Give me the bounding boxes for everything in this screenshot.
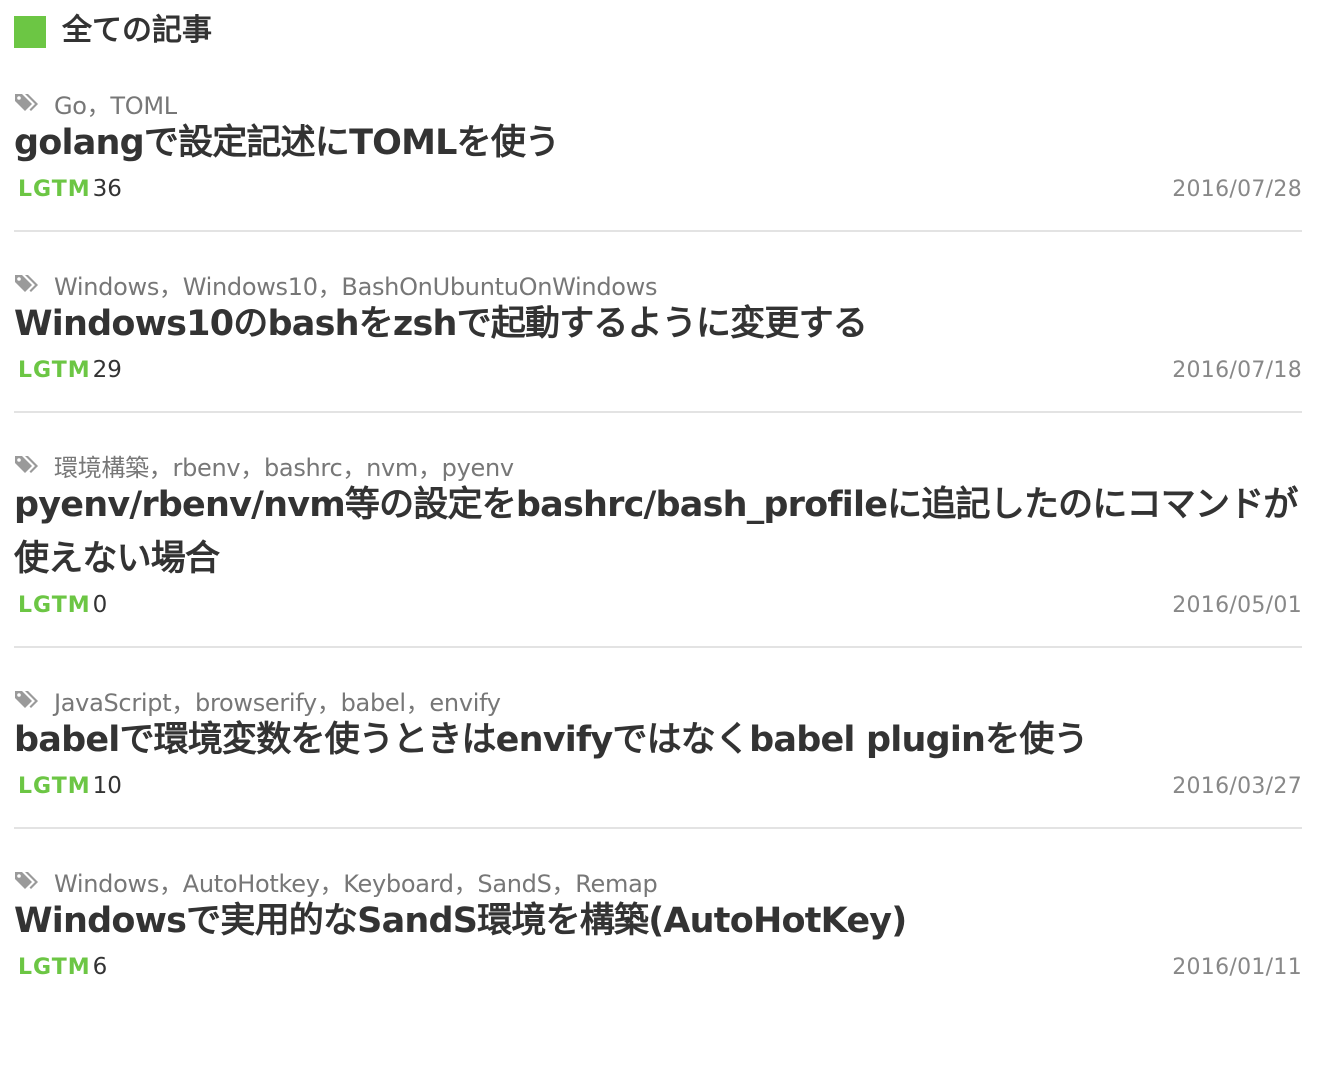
- article-tags: Windows，AutoHotkey，Keyboard，SandS，Remap: [14, 864, 1302, 898]
- lgtm-counter: LGTM 10: [14, 773, 122, 799]
- lgtm-counter: LGTM 29: [14, 357, 122, 383]
- tags-icon: [14, 271, 44, 297]
- article-tags: 環境構築，rbenv，bashrc，nvm，pyenv: [14, 448, 1302, 482]
- lgtm-count: 6: [92, 954, 108, 980]
- lgtm-count: 10: [92, 773, 122, 799]
- lgtm-counter: LGTM 0: [14, 592, 107, 618]
- lgtm-count: 0: [92, 592, 108, 618]
- article-meta: LGTM 29 2016/07/18: [14, 351, 1302, 389]
- tags-icon: [14, 452, 44, 478]
- article-tags: Go，TOML: [14, 86, 1302, 120]
- tags-icon: [14, 687, 44, 713]
- section-title: 全ての記事: [62, 13, 212, 48]
- article-title-link[interactable]: pyenv/rbenv/nvm等の設定をbashrc/bash_profileに…: [14, 478, 1302, 586]
- article-item: Go，TOML golangで設定記述にTOMLを使う LGTM 36 2016…: [14, 76, 1302, 232]
- lgtm-label: LGTM: [18, 954, 91, 980]
- article-tags: Windows，Windows10，BashOnUbuntuOnWindows: [14, 267, 1302, 301]
- article-meta: LGTM 0 2016/05/01: [14, 586, 1302, 624]
- article-title-link[interactable]: Windowsで実用的なSandS環境を構築(AutoHotKey): [14, 894, 1302, 948]
- article-date: 2016/01/11: [1172, 954, 1302, 980]
- tags-icon: [14, 90, 44, 116]
- section-header: 全ての記事: [14, 0, 1302, 76]
- article-title-link[interactable]: golangで設定記述にTOMLを使う: [14, 116, 1302, 170]
- tags-icon: [14, 868, 44, 894]
- lgtm-count: 29: [92, 357, 122, 383]
- article-item: 環境構築，rbenv，bashrc，nvm，pyenv pyenv/rbenv/…: [14, 438, 1302, 648]
- article-date: 2016/07/28: [1172, 176, 1302, 202]
- article-item: Windows，Windows10，BashOnUbuntuOnWindows …: [14, 257, 1302, 413]
- article-meta: LGTM 36 2016/07/28: [14, 170, 1302, 208]
- article-list-page: 全ての記事 Go，TOML golangで設定記述にTOMLを使う LGTM 3…: [14, 0, 1302, 1008]
- article-title-link[interactable]: Windows10のbashをzshで起動するように変更する: [14, 297, 1302, 351]
- section-marker: [14, 16, 46, 48]
- article-date: 2016/03/27: [1172, 773, 1302, 799]
- article-item: Windows，AutoHotkey，Keyboard，SandS，Remap …: [14, 854, 1302, 1008]
- article-date: 2016/05/01: [1172, 592, 1302, 618]
- lgtm-counter: LGTM 6: [14, 954, 107, 980]
- lgtm-label: LGTM: [18, 592, 91, 618]
- lgtm-counter: LGTM 36: [14, 176, 122, 202]
- article-meta: LGTM 10 2016/03/27: [14, 767, 1302, 805]
- article-title-link[interactable]: babelで環境変数を使うときはenvifyではなくbabel pluginを使…: [14, 713, 1302, 767]
- article-tags: JavaScript，browserify，babel，envify: [14, 683, 1302, 717]
- lgtm-label: LGTM: [18, 176, 91, 202]
- article-item: JavaScript，browserify，babel，envify babel…: [14, 673, 1302, 829]
- lgtm-label: LGTM: [18, 773, 91, 799]
- article-meta: LGTM 6 2016/01/11: [14, 948, 1302, 986]
- article-date: 2016/07/18: [1172, 357, 1302, 383]
- lgtm-label: LGTM: [18, 357, 91, 383]
- lgtm-count: 36: [92, 176, 122, 202]
